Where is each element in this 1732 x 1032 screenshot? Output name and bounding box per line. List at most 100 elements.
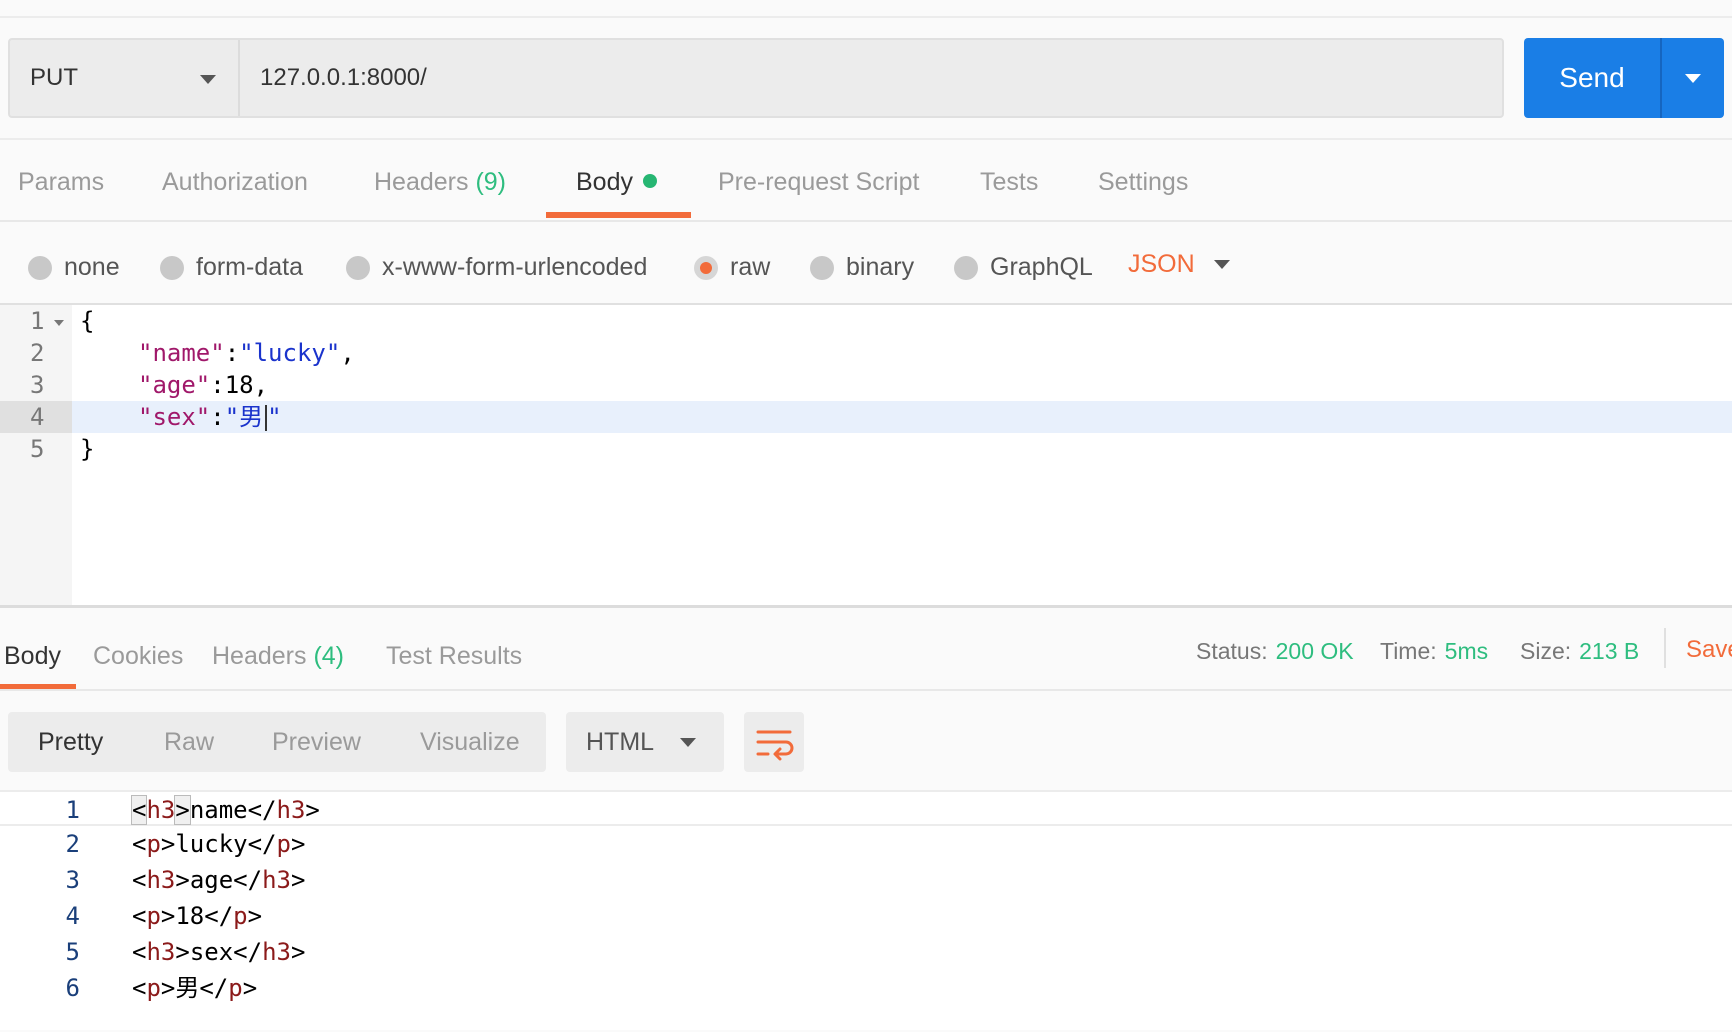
tab-authorization[interactable]: Authorization (162, 168, 308, 197)
radio-label: raw (730, 253, 771, 281)
response-status: Status: 200 OK (1196, 638, 1354, 664)
tab-headers[interactable]: Headers (9) (374, 168, 506, 197)
divider (0, 138, 1732, 140)
active-indicator-icon (642, 174, 657, 189)
response-tab-headers[interactable]: Headers (4) (212, 642, 344, 671)
method-label: PUT (30, 64, 78, 91)
radio-binary[interactable]: binary (810, 253, 914, 282)
tab-label: Authorization (162, 168, 308, 196)
radio-label: form-data (196, 253, 303, 281)
radio-icon (810, 255, 834, 280)
code-text: <h3>name</h3> (130, 795, 320, 825)
view-visualize-button[interactable]: Visualize (420, 728, 520, 757)
line-number: 4 (65, 902, 80, 930)
view-raw-button[interactable]: Raw (164, 728, 214, 757)
tab-label: Tests (980, 168, 1039, 196)
response-body-viewer[interactable]: 1 <h3>name</h3> 2 <p>lucky</p> 3 <h3>age… (0, 790, 1732, 1030)
response-time: Time: 5ms (1380, 638, 1489, 664)
code-text: <h3>age</h3> (132, 866, 306, 894)
send-button[interactable]: Send (1524, 38, 1662, 118)
code-text: <p>男</p> (132, 974, 258, 1002)
radio-none[interactable]: none (28, 253, 120, 282)
code-text: "age":18, (138, 371, 269, 399)
code-line: 5 } (0, 433, 1732, 465)
chevron-down-icon (200, 75, 216, 84)
response-tab-cookies[interactable]: Cookies (93, 642, 183, 671)
send-button-group: Send (1524, 38, 1724, 118)
code-line: 1 { (0, 305, 1732, 337)
code-line: 5 <h3>sex</h3> (0, 934, 1732, 970)
view-preview-button[interactable]: Preview (272, 728, 361, 757)
line-number: 6 (65, 974, 80, 1002)
top-toolbar-strip (0, 0, 1732, 18)
divider (0, 220, 1732, 222)
body-format-select[interactable]: JSON (1128, 250, 1195, 279)
code-text: { (80, 307, 95, 335)
url-text: 127.0.0.1:8000/ (260, 64, 427, 91)
tab-pre-request-script[interactable]: Pre-request Script (718, 168, 919, 197)
chevron-down-icon (680, 738, 696, 747)
url-input[interactable]: 127.0.0.1:8000/ (240, 40, 1502, 116)
view-pretty-button[interactable]: Pretty (38, 728, 103, 757)
wrap-lines-icon (756, 730, 794, 761)
tab-label: Headers (374, 168, 469, 196)
radio-icon (954, 255, 978, 280)
request-tabs: Params Authorization Headers (9) Body Pr… (0, 150, 1732, 220)
line-number: 3 (65, 866, 80, 894)
radio-icon (28, 255, 52, 280)
headers-count: (4) (313, 642, 345, 670)
request-body-editor[interactable]: 1 { 2 "name":"lucky", 3 "age":18, 4 "sex… (0, 305, 1732, 605)
language-label: HTML (586, 728, 655, 756)
tab-label: Pre-request Script (718, 168, 920, 196)
code-line: 3 <h3>age</h3> (0, 862, 1732, 898)
line-number: 3 (30, 371, 45, 399)
tab-settings[interactable]: Settings (1098, 168, 1188, 197)
active-tab-underline (546, 212, 691, 218)
code-line: 6 <p>男</p> (0, 970, 1732, 1006)
response-tab-test-results[interactable]: Test Results (386, 642, 522, 671)
method-select[interactable]: PUT (10, 40, 240, 116)
code-text: } (80, 435, 95, 463)
chevron-down-icon (1685, 74, 1701, 83)
radio-graphql[interactable]: GraphQL (954, 253, 1093, 282)
pane-resize-handle[interactable] (0, 605, 1732, 608)
fold-caret-icon[interactable] (54, 320, 64, 326)
tab-label: Body (576, 168, 633, 196)
code-line: 3 "age":18, (0, 369, 1732, 401)
send-options-button[interactable] (1662, 38, 1724, 118)
radio-icon (346, 255, 370, 280)
response-language-select[interactable]: HTML (566, 712, 724, 772)
radio-label: x-www-form-urlencoded (382, 253, 648, 281)
radio-raw[interactable]: raw (694, 253, 770, 282)
response-tab-body[interactable]: Body (4, 642, 61, 671)
radio-selected-icon (694, 255, 718, 280)
code-text: <h3>sex</h3> (132, 938, 306, 966)
radio-label: GraphQL (990, 253, 1093, 281)
tab-label: Params (18, 168, 105, 196)
code-line: 2 "name":"lucky", (0, 337, 1732, 369)
divider (0, 689, 1732, 691)
radio-label: none (64, 253, 120, 281)
tab-label: Test Results (386, 642, 523, 670)
code-text: "name":"lucky", (138, 339, 355, 367)
chevron-down-icon[interactable] (1214, 260, 1230, 269)
code-line-active: 4 "sex":"男 " (0, 401, 1732, 433)
tab-label: Body (4, 642, 61, 670)
radio-form-data[interactable]: form-data (160, 253, 303, 282)
tab-params[interactable]: Params (18, 168, 104, 197)
tab-label: Cookies (93, 642, 184, 670)
request-bar: PUT 127.0.0.1:8000/ (8, 38, 1504, 118)
tab-body[interactable]: Body (576, 168, 657, 197)
tab-tests[interactable]: Tests (980, 168, 1038, 197)
code-text: "sex":"男 " (138, 403, 282, 431)
wrap-lines-button[interactable] (744, 712, 804, 772)
radio-x-www-form-urlencoded[interactable]: x-www-form-urlencoded (346, 253, 647, 282)
save-response-button[interactable]: Save (1686, 636, 1732, 664)
view-mode-toggle: Pretty Raw Preview Visualize (8, 712, 546, 772)
tab-label: Headers (212, 642, 307, 670)
line-number: 1 (65, 796, 80, 824)
line-number: 4 (0, 401, 72, 433)
code-line: 2 <p>lucky</p> (0, 826, 1732, 862)
code-text: <p>18</p> (132, 902, 263, 930)
body-type-radios: none form-data x-www-form-urlencoded raw… (0, 245, 1732, 295)
